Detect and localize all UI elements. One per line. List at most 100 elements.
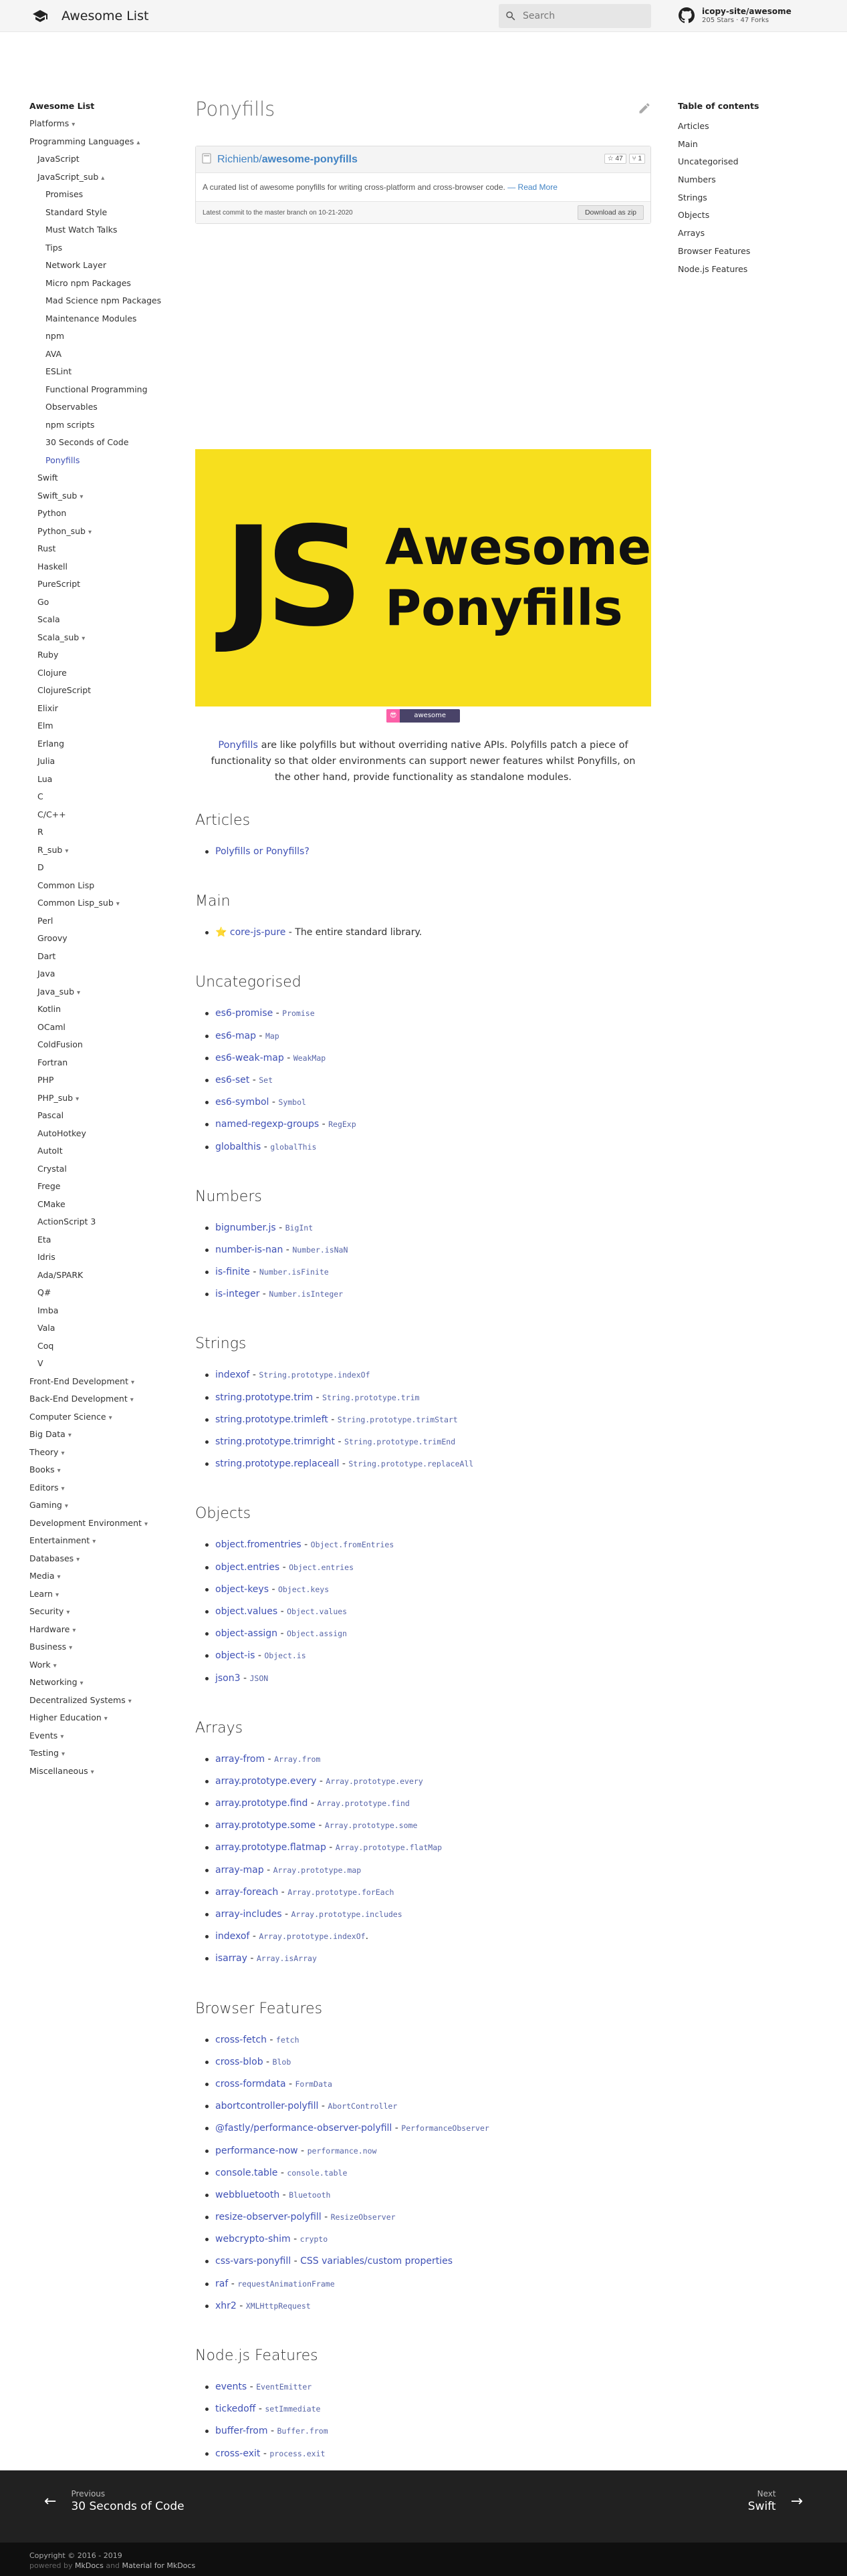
toc-item[interactable]: Uncategorised — [678, 153, 812, 171]
package-link[interactable]: css-vars-ponyfill — [215, 2256, 291, 2267]
sidebar-item[interactable]: Media ▾ — [29, 1567, 176, 1585]
chevron-icon[interactable]: ▾ — [80, 493, 83, 501]
chevron-icon[interactable]: ▾ — [53, 1662, 57, 1670]
sidebar-item[interactable]: Julia — [29, 753, 176, 771]
site-title[interactable]: Awesome List — [62, 9, 148, 23]
package-link[interactable]: is-integer — [215, 1289, 259, 1299]
chevron-icon[interactable]: ▾ — [55, 1591, 59, 1599]
sidebar-item[interactable]: ESLint — [29, 363, 176, 381]
sidebar-item[interactable]: OCaml — [29, 1019, 176, 1037]
sidebar-item[interactable]: Hardware ▾ — [29, 1621, 176, 1639]
package-link[interactable]: abortcontroller-polyfill — [215, 2101, 318, 2111]
api-name[interactable]: PerformanceObserver — [401, 2123, 489, 2133]
api-name[interactable]: String.prototype.trimStart — [338, 1415, 458, 1424]
package-link[interactable]: object-assign — [215, 1628, 277, 1639]
sidebar-item[interactable]: Development Environment ▾ — [29, 1515, 176, 1533]
sidebar-item[interactable]: ColdFusion — [29, 1036, 176, 1054]
sidebar-item[interactable]: Gaming ▾ — [29, 1497, 176, 1515]
sidebar-item[interactable]: Functional Programming — [29, 381, 176, 399]
api-name[interactable]: fetch — [276, 2035, 299, 2045]
chevron-icon[interactable]: ▾ — [65, 848, 68, 855]
chevron-icon[interactable]: ▾ — [72, 1627, 76, 1634]
sidebar-item[interactable]: Java — [29, 965, 176, 983]
sidebar-item[interactable]: CMake — [29, 1196, 176, 1214]
sidebar-item[interactable]: Front-End Development ▾ — [29, 1373, 176, 1391]
package-link[interactable]: isarray — [215, 1953, 247, 1964]
chevron-icon[interactable]: ▾ — [91, 1769, 94, 1776]
api-name[interactable]: JSON — [249, 1674, 268, 1683]
api-name[interactable]: Array.prototype.find — [317, 1799, 409, 1808]
sidebar-item[interactable]: Frege — [29, 1178, 176, 1196]
package-link[interactable]: es6-map — [215, 1031, 256, 1041]
sidebar-item[interactable]: Network Layer — [29, 257, 176, 275]
package-link[interactable]: es6-promise — [215, 1008, 273, 1019]
sidebar-item[interactable]: Erlang — [29, 735, 176, 753]
package-link[interactable]: object.entries — [215, 1562, 279, 1573]
sidebar-item[interactable]: Must Watch Talks — [29, 221, 176, 239]
sidebar-item[interactable]: Big Data ▾ — [29, 1426, 176, 1444]
toc-item[interactable]: Arrays — [678, 225, 812, 243]
chevron-icon[interactable]: ▾ — [128, 1698, 132, 1705]
toc-item[interactable]: Numbers — [678, 171, 812, 189]
chevron-icon[interactable]: ▾ — [116, 900, 120, 908]
package-link[interactable]: Polyfills or Ponyfills? — [215, 846, 310, 857]
package-link[interactable]: array.prototype.every — [215, 1776, 316, 1787]
sidebar-item[interactable]: C/C++ — [29, 806, 176, 824]
sidebar-item[interactable]: C — [29, 788, 176, 806]
api-name[interactable]: performance.now — [308, 2146, 377, 2156]
sidebar-item[interactable]: JavaScript — [29, 150, 176, 168]
sidebar-item[interactable]: Books ▾ — [29, 1461, 176, 1479]
package-link[interactable]: array-from — [215, 1754, 265, 1765]
package-link[interactable]: number-is-nan — [215, 1245, 283, 1255]
toc-item[interactable]: Browser Features — [678, 243, 812, 261]
package-link[interactable]: string.prototype.trimright — [215, 1436, 335, 1447]
toc-item[interactable]: Main — [678, 136, 812, 154]
toc-item[interactable]: Articles — [678, 118, 812, 136]
sidebar-item[interactable]: Standard Style — [29, 204, 176, 222]
api-name[interactable]: XMLHttpRequest — [246, 2301, 311, 2311]
chevron-icon[interactable]: ▾ — [77, 989, 80, 997]
search-input[interactable] — [523, 11, 643, 21]
chevron-icon[interactable]: ▾ — [76, 1556, 80, 1563]
package-link[interactable]: @fastly/performance-observer-polyfill — [215, 2123, 392, 2134]
api-name[interactable]: Object.keys — [278, 1585, 329, 1594]
api-name[interactable]: Array.prototype.indexOf — [259, 1932, 365, 1941]
api-name[interactable]: crypto — [300, 2234, 328, 2244]
chevron-icon[interactable]: ▴ — [101, 174, 104, 182]
sidebar-item[interactable]: Networking ▾ — [29, 1674, 176, 1692]
api-name[interactable]: ResizeObserver — [331, 2212, 396, 2222]
package-link[interactable]: named-regexp-groups — [215, 1119, 319, 1130]
package-link[interactable]: cross-exit — [215, 2448, 260, 2459]
download-zip-button[interactable]: Download as zip — [577, 205, 644, 220]
sidebar-item[interactable]: Maintenance Modules — [29, 310, 176, 328]
sidebar-item[interactable]: Scala_sub ▾ — [29, 629, 176, 647]
api-name[interactable]: Object.values — [287, 1607, 347, 1616]
package-link[interactable]: string.prototype.trim — [215, 1392, 313, 1403]
search-box[interactable] — [499, 4, 651, 28]
api-name[interactable]: Bluetooth — [289, 2190, 330, 2200]
package-link[interactable]: object.values — [215, 1606, 277, 1617]
repo-link[interactable]: icopy-site/awesome 205 Stars · 47 Forks — [677, 5, 792, 25]
package-link[interactable]: webcrypto-shim — [215, 2234, 291, 2244]
package-link[interactable]: es6-weak-map — [215, 1053, 284, 1063]
package-link[interactable]: array-map — [215, 1865, 264, 1876]
sidebar-item[interactable]: D — [29, 859, 176, 877]
sidebar-item[interactable]: Eta — [29, 1231, 176, 1249]
api-name[interactable]: Number.isNaN — [292, 1245, 348, 1255]
sidebar-item[interactable]: Imba — [29, 1302, 176, 1320]
chevron-icon[interactable]: ▾ — [131, 1379, 134, 1386]
api-name[interactable]: Promise — [282, 1009, 314, 1018]
sidebar-item[interactable]: Platforms ▾ — [29, 115, 176, 133]
api-name[interactable]: String.prototype.trimEnd — [344, 1437, 455, 1446]
sidebar-item[interactable]: AVA — [29, 346, 176, 364]
mkdocs-link[interactable]: MkDocs — [75, 2561, 104, 2570]
api-name[interactable]: Buffer.from — [277, 2426, 328, 2436]
api-name[interactable]: Number.isInteger — [269, 1289, 343, 1299]
package-link[interactable]: object-is — [215, 1650, 255, 1661]
api-name[interactable]: setImmediate — [265, 2404, 320, 2414]
package-link[interactable]: es6-symbol — [215, 1097, 269, 1108]
sidebar-item[interactable]: Clojure — [29, 664, 176, 682]
sidebar-item[interactable]: Coq — [29, 1337, 176, 1356]
package-link[interactable]: events — [215, 2381, 247, 2392]
api-name[interactable]: String.prototype.indexOf — [259, 1370, 370, 1380]
